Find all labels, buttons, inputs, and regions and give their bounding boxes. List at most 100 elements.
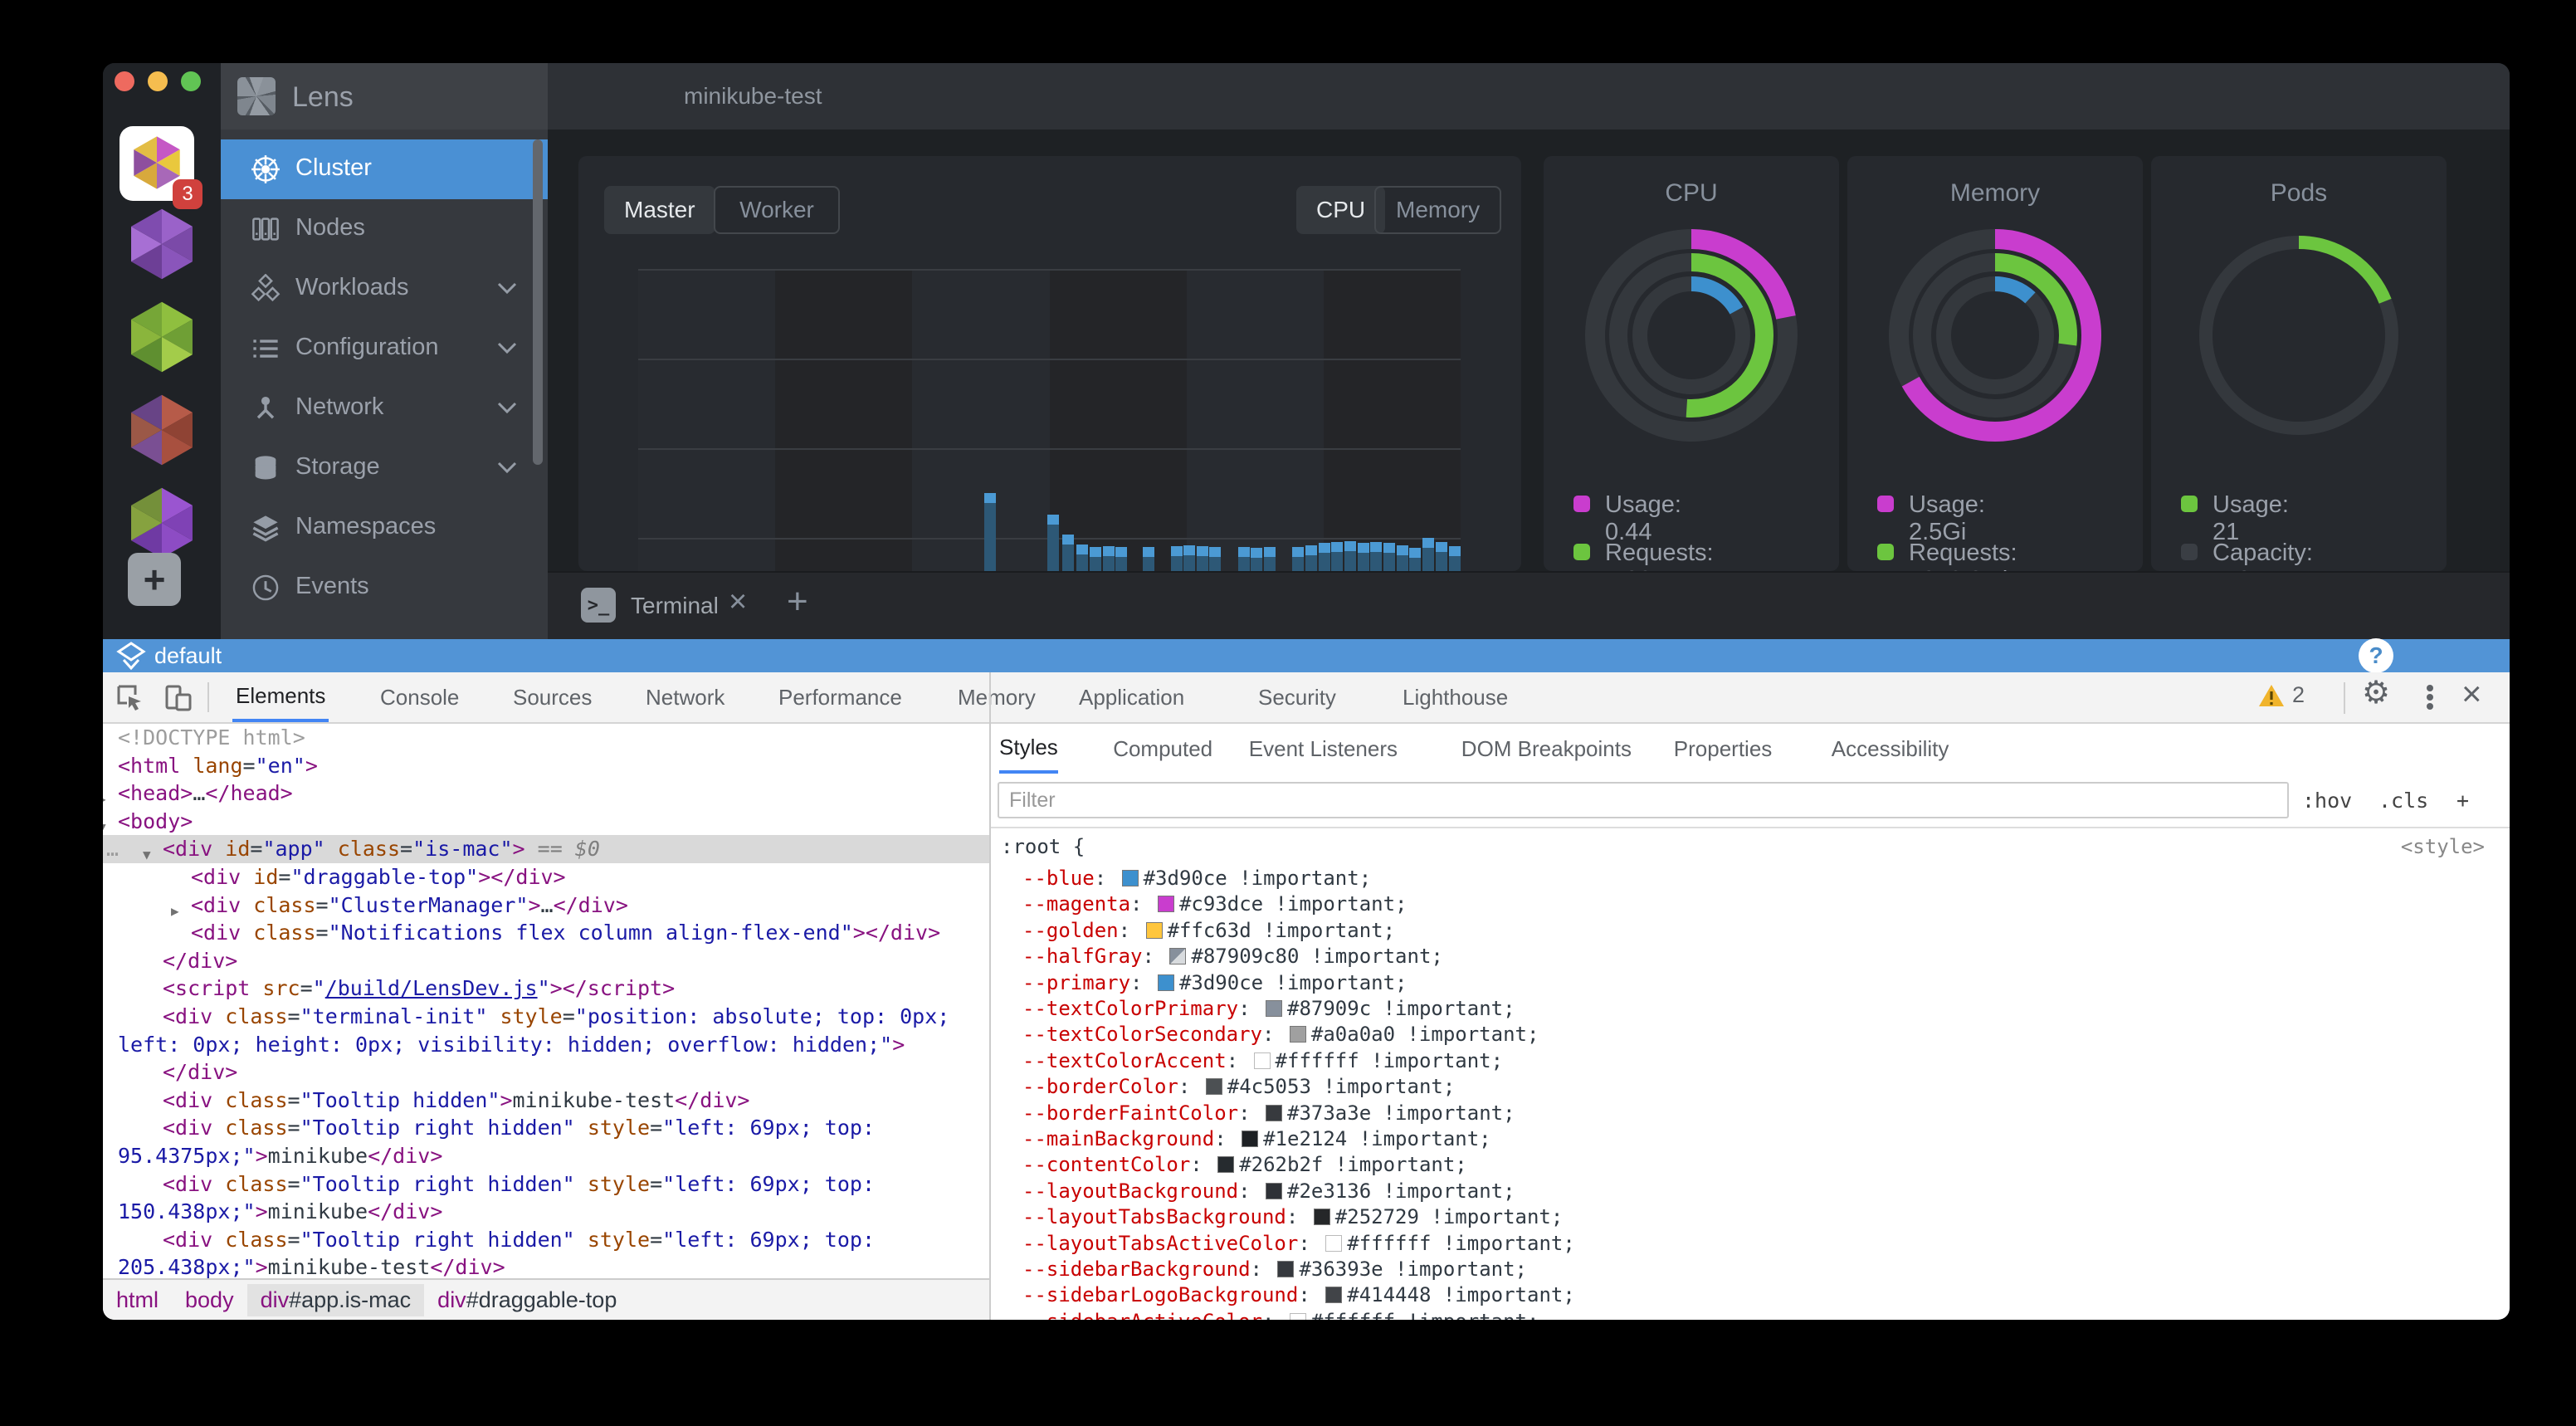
dom-tree-row[interactable]: <div class="Notifications flex column al… <box>103 919 989 947</box>
tab-memory[interactable]: Memory <box>954 672 1039 722</box>
new-terminal-tab-icon[interactable]: + <box>787 581 808 623</box>
color-swatch[interactable] <box>1217 1156 1234 1173</box>
dom-tree-row[interactable]: <html lang="en"> <box>103 752 989 780</box>
tab-application[interactable]: Application <box>1076 672 1188 722</box>
css-property-row[interactable]: --magenta: #c93dce !important; <box>1022 892 1408 916</box>
dom-tree-row[interactable]: <!DOCTYPE html> <box>103 724 989 752</box>
dom-tree-row[interactable]: <div class="Tooltip right hidden" style=… <box>103 1114 989 1142</box>
minimize-window-button[interactable] <box>148 71 168 91</box>
help-icon[interactable]: ? <box>2359 638 2393 673</box>
css-property-row[interactable]: --layoutTabsActiveColor: #ffffff !import… <box>1022 1232 1575 1255</box>
close-devtools-icon[interactable]: × <box>2461 674 2482 714</box>
metric-tab-memory[interactable]: Memory <box>1374 186 1501 234</box>
active-cluster-icon[interactable]: 3 <box>120 126 194 201</box>
dom-tree-row[interactable]: </div> <box>103 1058 989 1087</box>
dom-tree-row[interactable]: <div class="Tooltip right hidden" style=… <box>103 1170 989 1199</box>
color-swatch[interactable] <box>1254 1052 1271 1069</box>
styles-toggle-hov[interactable]: :hov <box>2302 789 2352 813</box>
color-swatch[interactable] <box>1325 1287 1342 1303</box>
tab-elements[interactable]: Elements <box>232 672 329 722</box>
more-options-icon[interactable] <box>2427 682 2433 712</box>
css-property-row[interactable]: --primary: #3d90ce !important; <box>1022 971 1408 994</box>
dom-tree-row[interactable]: 95.4375px;">minikube</div> <box>103 1142 989 1170</box>
sidebar-item-events[interactable]: Events <box>221 558 548 618</box>
console-warnings[interactable]: 2 <box>2257 682 2305 708</box>
device-toolbar-icon[interactable] <box>164 684 193 712</box>
sidebar-item-workloads[interactable]: Workloads <box>221 259 548 319</box>
dom-tree-row[interactable]: 205.438px;">minikube-test</div> <box>103 1253 989 1278</box>
style-filter-input[interactable] <box>998 782 2289 818</box>
style-source-link[interactable]: <style> <box>2401 835 2485 858</box>
breadcrumb-item[interactable]: div#app.is-mac <box>247 1284 425 1316</box>
tab-network[interactable]: Network <box>642 672 728 722</box>
styles-tab-properties[interactable]: Properties <box>1674 724 1773 774</box>
dom-tree-row[interactable]: <div class="Tooltip hidden">minikube-tes… <box>103 1087 989 1115</box>
dom-tree-row[interactable]: <div class="terminal-init" style="positi… <box>103 1003 989 1031</box>
css-property-row[interactable]: --layoutTabsBackground: #252729 !importa… <box>1022 1205 1563 1228</box>
sidebar-item-nodes[interactable]: Nodes <box>221 199 548 259</box>
tab-security[interactable]: Security <box>1255 672 1339 722</box>
css-property-row[interactable]: --sidebarActiveColor: #ffffff !important… <box>1022 1310 1539 1320</box>
color-swatch[interactable] <box>1206 1078 1222 1095</box>
color-swatch[interactable] <box>1169 948 1186 965</box>
settings-gear-icon[interactable]: ⚙ <box>2362 674 2390 711</box>
color-swatch[interactable] <box>1277 1261 1294 1277</box>
dom-tree-row[interactable]: <script src="/build/LensDev.js"></script… <box>103 974 989 1003</box>
dom-tree-row[interactable]: 150.438px;">minikube</div> <box>103 1198 989 1226</box>
color-swatch[interactable] <box>1146 922 1163 939</box>
css-property-row[interactable]: --layoutBackground: #2e3136 !important; <box>1022 1179 1515 1203</box>
sidebar-item-cluster[interactable]: Cluster <box>221 139 548 199</box>
css-property-row[interactable]: --borderFaintColor: #373a3e !important; <box>1022 1101 1515 1125</box>
close-terminal-tab-icon[interactable]: × <box>729 584 747 620</box>
dom-tree-row[interactable]: …▼<div id="app" class="is-mac"> == $0 <box>103 835 989 863</box>
cluster-icon[interactable] <box>125 208 198 287</box>
styles-tab-computed[interactable]: Computed <box>1113 724 1212 774</box>
cluster-icon[interactable] <box>125 300 198 380</box>
node-tab-master[interactable]: Master <box>604 186 715 234</box>
styles-tab-event-listeners[interactable]: Event Listeners <box>1249 724 1398 774</box>
sidebar-item-configuration[interactable]: Configuration <box>221 319 548 378</box>
color-swatch[interactable] <box>1242 1131 1258 1147</box>
tab-lighthouse[interactable]: Lighthouse <box>1399 672 1511 722</box>
color-swatch[interactable] <box>1122 870 1139 886</box>
css-property-row[interactable]: --textColorPrimary: #87909c !important; <box>1022 997 1515 1020</box>
breadcrumb-item[interactable]: body <box>172 1284 247 1316</box>
dom-tree-row[interactable]: ▶<div class="ClusterManager">…</div> <box>103 891 989 920</box>
css-property-row[interactable]: --textColorAccent: #ffffff !important; <box>1022 1049 1503 1072</box>
inspect-element-icon[interactable] <box>116 684 144 712</box>
css-property-row[interactable]: --borderColor: #4c5053 !important; <box>1022 1075 1455 1098</box>
add-cluster-button[interactable]: + <box>128 553 181 606</box>
tab-console[interactable]: Console <box>377 672 462 722</box>
dom-tree-row[interactable]: ▼<body> <box>103 808 989 836</box>
maximize-window-button[interactable] <box>181 71 201 91</box>
css-property-row[interactable]: --halfGray: #87909c80 !important; <box>1022 945 1443 968</box>
dom-tree-row[interactable]: ▶<head>…</head> <box>103 779 989 808</box>
close-window-button[interactable] <box>115 71 134 91</box>
color-swatch[interactable] <box>1266 1183 1282 1199</box>
styles-tab-accessibility[interactable]: Accessibility <box>1832 724 1949 774</box>
color-swatch[interactable] <box>1266 1105 1282 1121</box>
css-property-row[interactable]: --sidebarBackground: #36393e !important; <box>1022 1258 1527 1281</box>
terminal-tab[interactable]: Terminal <box>631 593 719 619</box>
color-swatch[interactable] <box>1314 1209 1330 1225</box>
dom-tree-row[interactable]: <div id="draggable-top"></div> <box>103 863 989 891</box>
tab-performance[interactable]: Performance <box>775 672 905 722</box>
css-property-row[interactable]: --contentColor: #262b2f !important; <box>1022 1153 1467 1176</box>
sidebar-item-network[interactable]: Network <box>221 378 548 438</box>
metric-tab-cpu[interactable]: CPU <box>1296 186 1385 234</box>
elements-tree[interactable]: <!DOCTYPE html><html lang="en">▶<head>…<… <box>103 724 989 1278</box>
sidebar-item-namespaces[interactable]: Namespaces <box>221 498 548 558</box>
css-property-row[interactable]: --sidebarLogoBackground: #414448 !import… <box>1022 1283 1575 1306</box>
color-swatch[interactable] <box>1325 1235 1342 1252</box>
styles-tab-styles[interactable]: Styles <box>999 724 1058 774</box>
sidebar-item-storage[interactable]: Storage <box>221 438 548 498</box>
css-property-row[interactable]: --blue: #3d90ce !important; <box>1022 867 1371 890</box>
styles-toggle-[interactable]: + <box>2456 789 2469 813</box>
breadcrumb-item[interactable]: html <box>103 1284 172 1316</box>
color-swatch[interactable] <box>1158 896 1174 912</box>
node-tab-worker[interactable]: Worker <box>714 186 840 234</box>
css-property-row[interactable]: --mainBackground: #1e2124 !important; <box>1022 1127 1491 1150</box>
color-swatch[interactable] <box>1290 1313 1306 1320</box>
sidebar-scrollbar[interactable] <box>533 139 543 465</box>
tab-sources[interactable]: Sources <box>510 672 595 722</box>
